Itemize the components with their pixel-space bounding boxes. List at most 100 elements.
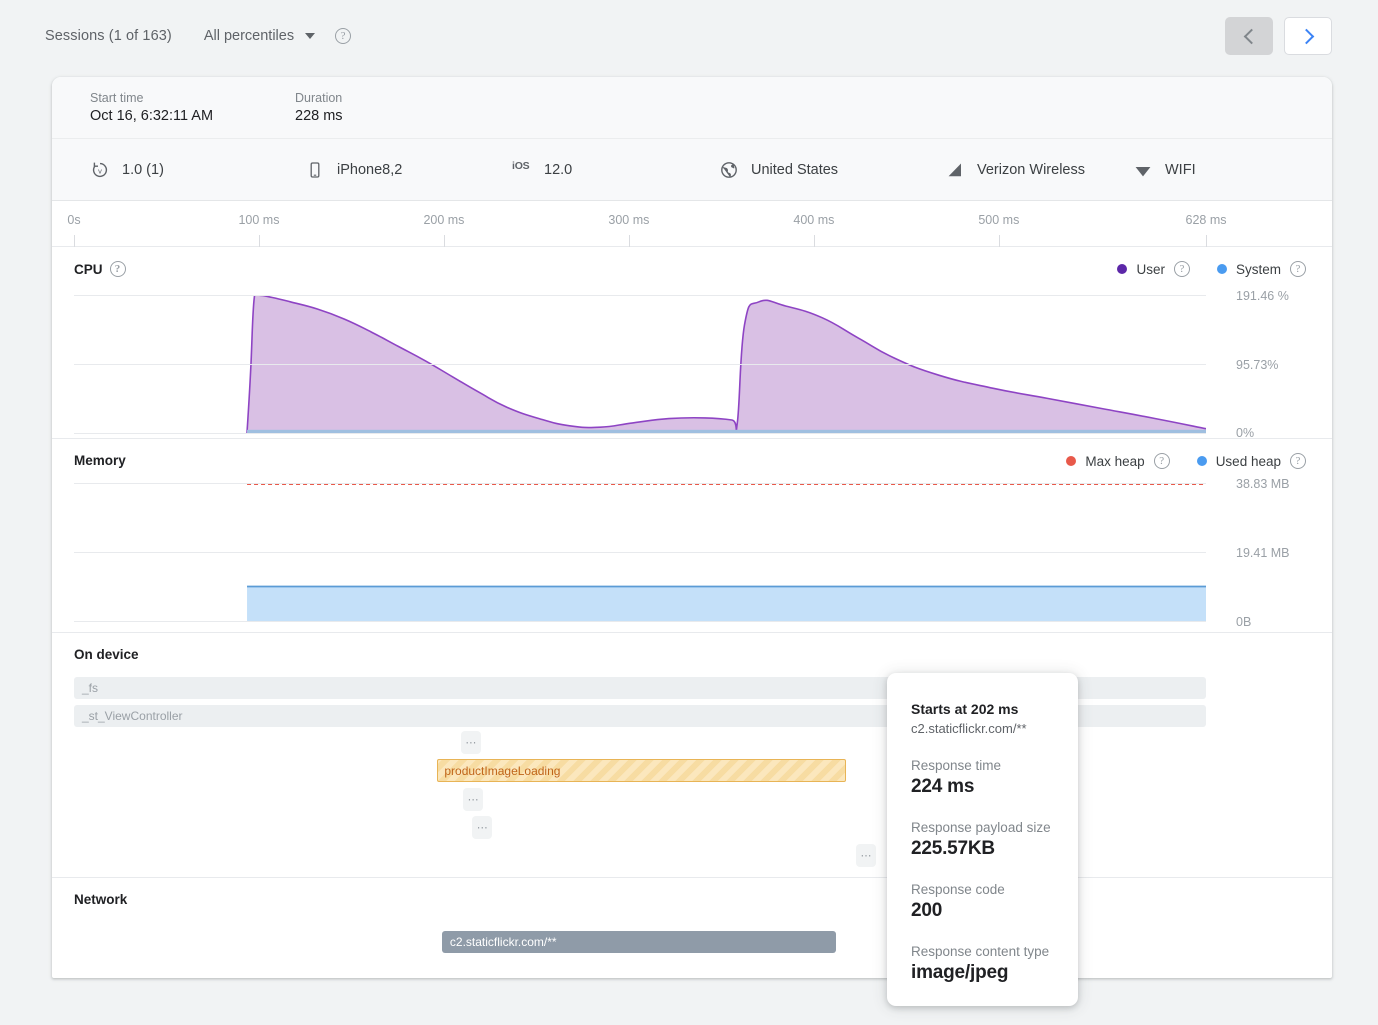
duration-value: 228 ms xyxy=(295,108,343,124)
on-device-trace-label: _st_ViewController xyxy=(82,709,183,723)
chevron-down-icon xyxy=(305,33,315,39)
globe-icon xyxy=(719,160,739,180)
attribute-app-version: v 1.0 (1) xyxy=(90,160,305,180)
on-device-collapsed-span[interactable]: ⋯ xyxy=(856,844,876,867)
attribute-carrier: Verizon Wireless xyxy=(945,160,1133,180)
cpu-system-help-icon[interactable]: ? xyxy=(1290,261,1306,277)
network-request-label: c2.staticflickr.com/** xyxy=(450,935,557,949)
duration-block: Duration 228 ms xyxy=(295,91,343,124)
attribute-carrier-text: Verizon Wireless xyxy=(977,162,1085,178)
start-time-block: Start time Oct 16, 6:32:11 AM xyxy=(90,91,295,124)
next-session-button[interactable] xyxy=(1284,17,1332,55)
timeline-tick-label: 300 ms xyxy=(608,213,649,227)
network-section: Network c2.staticflickr.com/** xyxy=(52,878,1332,958)
cpu-title: CPU ? xyxy=(74,261,126,277)
cpu-user-help-icon[interactable]: ? xyxy=(1174,261,1190,277)
sessions-count-label: Sessions (1 of 163) xyxy=(45,28,172,44)
on-device-section: On device _fs_st_ViewController⋯productI… xyxy=(52,633,1332,878)
percentile-selected-value: All percentiles xyxy=(204,28,294,44)
attribute-network-text: WIFI xyxy=(1165,162,1196,178)
chevron-right-icon xyxy=(1298,28,1314,44)
help-circle-icon[interactable]: ? xyxy=(335,28,351,44)
memory-used-heap-area xyxy=(247,587,1206,621)
timeline-tick-label: 400 ms xyxy=(793,213,834,227)
timeline-tick-label: 500 ms xyxy=(978,213,1019,227)
on-device-collapsed-span[interactable]: ⋯ xyxy=(461,731,481,754)
memory-section: Memory Max heap ? Used heap ? 38.83 MB 1… xyxy=(52,439,1332,633)
memory-legend-label-max-heap: Max heap xyxy=(1085,454,1144,469)
svg-text:v: v xyxy=(98,166,102,175)
attribute-app-version-text: 1.0 (1) xyxy=(122,162,164,178)
tooltip-value-payload-size: 225.57KB xyxy=(911,838,1054,860)
timeline-tick-mark xyxy=(629,235,630,247)
session-attributes-row: v 1.0 (1) iPhone8,2 iOS 12.0 xyxy=(52,139,1332,201)
cpu-plot xyxy=(74,295,1206,433)
tooltip-key-content-type: Response content type xyxy=(911,944,1054,959)
mobile-device-icon xyxy=(305,160,325,180)
attribute-device: iPhone8,2 xyxy=(305,160,512,180)
toolbar-left-group: Sessions (1 of 163) All percentiles ? xyxy=(0,28,351,44)
tooltip-key-response-time: Response time xyxy=(911,758,1054,773)
ios-icon: iOS xyxy=(512,160,532,180)
memory-gridline-base xyxy=(74,621,1206,622)
cpu-legend-label-system: System xyxy=(1236,262,1281,277)
cpu-legend: User ? System ? xyxy=(1117,261,1306,277)
percentile-dropdown[interactable]: All percentiles xyxy=(204,28,315,44)
on-device-collapsed-span[interactable]: ⋯ xyxy=(472,816,492,839)
tooltip-value-content-type: image/jpeg xyxy=(911,962,1054,984)
memory-legend-dot-max-heap xyxy=(1066,456,1076,466)
network-request-span[interactable]: c2.staticflickr.com/** xyxy=(442,931,836,953)
memory-legend-dot-used-heap xyxy=(1197,456,1207,466)
memory-legend: Max heap ? Used heap ? xyxy=(1066,453,1306,469)
memory-gridline-mid xyxy=(74,552,1206,553)
chevron-left-icon xyxy=(1243,28,1259,44)
timeline-tick-mark xyxy=(814,235,815,247)
memory-max-heap-help-icon[interactable]: ? xyxy=(1154,453,1170,469)
memory-axis-mid: 19.41 MB xyxy=(1236,546,1306,561)
attribute-country-text: United States xyxy=(751,162,838,178)
attribute-os: iOS 12.0 xyxy=(512,160,719,180)
timeline-tick-mark xyxy=(74,235,75,247)
memory-title: Memory xyxy=(74,453,126,468)
cpu-gridline-base xyxy=(74,433,1206,434)
tooltip-subtitle: c2.staticflickr.com/** xyxy=(911,721,1054,736)
attribute-os-text: 12.0 xyxy=(544,162,572,178)
cpu-gridline-top xyxy=(74,295,1206,296)
session-detail-card: Start time Oct 16, 6:32:11 AM Duration 2… xyxy=(52,77,1332,978)
cpu-title-text: CPU xyxy=(74,262,103,277)
cpu-axis-mid: 95.73% xyxy=(1236,358,1306,373)
tooltip-key-response-code: Response code xyxy=(911,882,1054,897)
timeline-ruler: 0s 100 ms 200 ms 300 ms 400 ms 500 ms 628 ms xyxy=(52,201,1332,247)
timeline-tick-label: 100 ms xyxy=(238,213,279,227)
timeline-tick-mark xyxy=(999,235,1000,247)
memory-axis-min: 0B xyxy=(1236,615,1306,630)
cpu-section: CPU ? User ? System ? 191.46 % 95.73% 0% xyxy=(52,247,1332,439)
on-device-trace-label: _fs xyxy=(82,681,98,695)
top-toolbar: Sessions (1 of 163) All percentiles ? xyxy=(0,0,1378,72)
attribute-device-text: iPhone8,2 xyxy=(337,162,402,178)
timeline-tick-mark xyxy=(444,235,445,247)
cpu-axis-max: 191.46 % xyxy=(1236,289,1306,304)
start-time-label: Start time xyxy=(90,91,295,105)
memory-gridline-top xyxy=(74,483,1206,484)
timeline-tick-mark xyxy=(1206,235,1207,247)
wifi-icon xyxy=(1133,160,1153,180)
memory-axis-max: 38.83 MB xyxy=(1236,477,1306,492)
timeline-tick-label: 0s xyxy=(67,213,80,227)
network-request-tooltip: Starts at 202 ms c2.staticflickr.com/** … xyxy=(887,673,1078,1006)
timeline-tick-label: 628 ms xyxy=(1186,213,1227,227)
duration-label: Duration xyxy=(295,91,343,105)
memory-title-text: Memory xyxy=(74,453,126,468)
on-device-collapsed-span[interactable]: ⋯ xyxy=(463,788,483,811)
cpu-help-icon[interactable]: ? xyxy=(110,261,126,277)
cpu-legend-dot-user xyxy=(1117,264,1127,274)
cpu-gridline-mid xyxy=(74,364,1206,365)
session-summary-row: Start time Oct 16, 6:32:11 AM Duration 2… xyxy=(52,77,1332,139)
previous-session-button[interactable] xyxy=(1225,17,1273,55)
signal-bars-icon xyxy=(945,160,965,180)
tooltip-key-payload-size: Response payload size xyxy=(911,820,1054,835)
tooltip-value-response-time: 224 ms xyxy=(911,776,1054,798)
memory-used-heap-help-icon[interactable]: ? xyxy=(1290,453,1306,469)
on-device-trace-span-active[interactable]: productImageLoading xyxy=(437,759,846,782)
timeline-tick-label: 200 ms xyxy=(423,213,464,227)
